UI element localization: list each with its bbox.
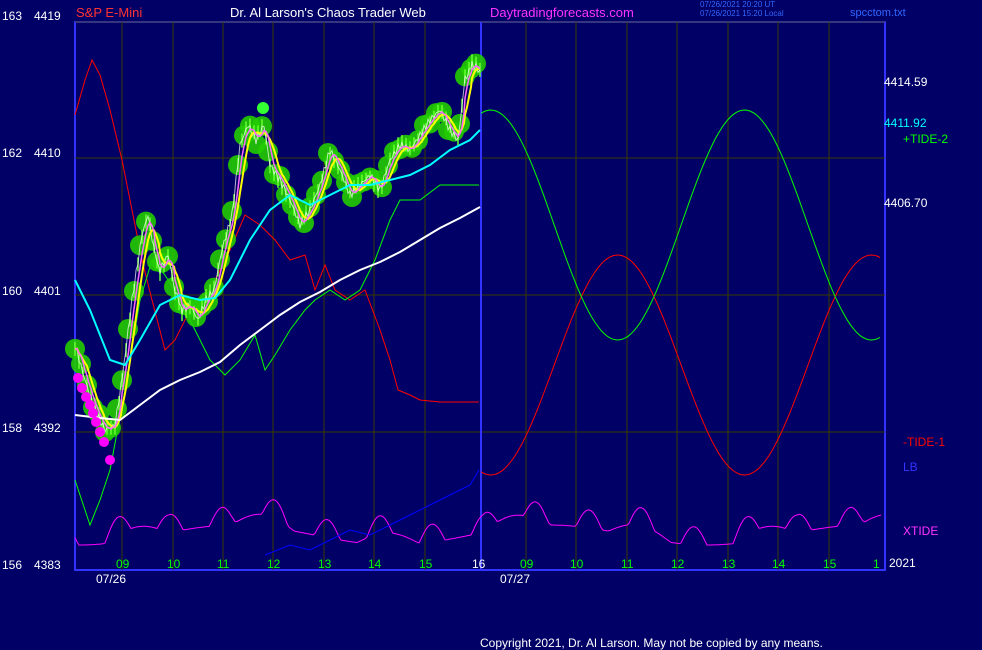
tide2-label: +TIDE-2 xyxy=(903,132,949,146)
lb-label: LB xyxy=(903,460,918,474)
x-hour-8: 09 xyxy=(520,557,534,571)
halo-dot-top xyxy=(257,102,269,114)
magenta-dot-8 xyxy=(105,455,115,465)
year-label: 2021 xyxy=(889,556,916,570)
tide1-series xyxy=(74,58,881,476)
timestamp-utc: 07/26/2021 20:20 UT xyxy=(700,0,776,9)
chart-canvas xyxy=(65,21,886,571)
xtide-series xyxy=(74,499,882,546)
x-hour-9: 10 xyxy=(570,557,584,571)
lb-series xyxy=(264,469,480,556)
y-label-right-0: 4419 xyxy=(34,9,61,23)
site-link[interactable]: Daytradingforecasts.com xyxy=(490,6,634,20)
x-hour-12: 13 xyxy=(722,557,736,571)
author-title: Dr. Al Larson's Chaos Trader Web xyxy=(230,5,426,20)
x-hour-4: 13 xyxy=(318,557,332,571)
x-hour-1: 10 xyxy=(167,557,181,571)
y-label-right-3: 4392 xyxy=(34,421,61,435)
x-hour-13: 14 xyxy=(772,557,786,571)
x-hour-6: 15 xyxy=(419,557,433,571)
x-hour-7: 16 xyxy=(472,557,486,571)
magenta-dot-7 xyxy=(99,437,109,447)
x-hour-15: 1 xyxy=(873,557,880,571)
price-halo xyxy=(65,53,486,443)
magenta-dot-1 xyxy=(77,383,87,393)
x-hour-5: 14 xyxy=(368,557,382,571)
copyright: Copyright 2021, Dr. Al Larson. May not b… xyxy=(480,636,823,650)
y-label-left-0: 163 xyxy=(2,9,23,23)
tide1-label: -TIDE-1 xyxy=(903,435,945,449)
x-hour-3: 12 xyxy=(267,557,281,571)
y-label-right-1: 4410 xyxy=(34,146,61,160)
timestamp-local: 07/26/2021 15:20 Local xyxy=(700,9,784,18)
file-name: spcctom.txt xyxy=(850,7,906,19)
price-label-2: 4411.92 xyxy=(884,116,927,130)
x-date-1: 07/27 xyxy=(500,572,531,586)
tide2-line-day1 xyxy=(74,184,479,527)
tide1-line-day2 xyxy=(480,254,881,476)
magenta-dot-4 xyxy=(88,408,98,418)
x-hour-2: 11 xyxy=(217,557,230,571)
x-hour-11: 12 xyxy=(671,557,685,571)
magenta-dot-0 xyxy=(73,373,83,383)
y-label-left-4: 156 xyxy=(2,558,23,572)
tide2-line-day2 xyxy=(480,109,881,341)
y-label-left-2: 160 xyxy=(2,284,23,298)
y-label-right-4: 4383 xyxy=(34,558,61,572)
x-hour-10: 11 xyxy=(621,557,634,571)
magenta-dot-6 xyxy=(95,427,105,437)
x-date-0: 07/26 xyxy=(96,572,127,586)
y-label-left-3: 158 xyxy=(2,421,23,435)
lb-line xyxy=(264,469,480,556)
price-label-3: 4406.70 xyxy=(884,196,928,210)
xtide-label: XTIDE xyxy=(903,524,939,538)
y-label-left-1: 162 xyxy=(2,146,23,160)
price-label-1: 4414.59 xyxy=(884,75,928,89)
magenta-dot-5 xyxy=(91,417,101,427)
instrument-title: S&P E-Mini xyxy=(76,5,143,20)
xtide-line xyxy=(74,499,882,546)
x-hour-14: 15 xyxy=(823,557,837,571)
y-label-right-2: 4401 xyxy=(34,284,61,298)
x-hour-0: 09 xyxy=(116,557,130,571)
